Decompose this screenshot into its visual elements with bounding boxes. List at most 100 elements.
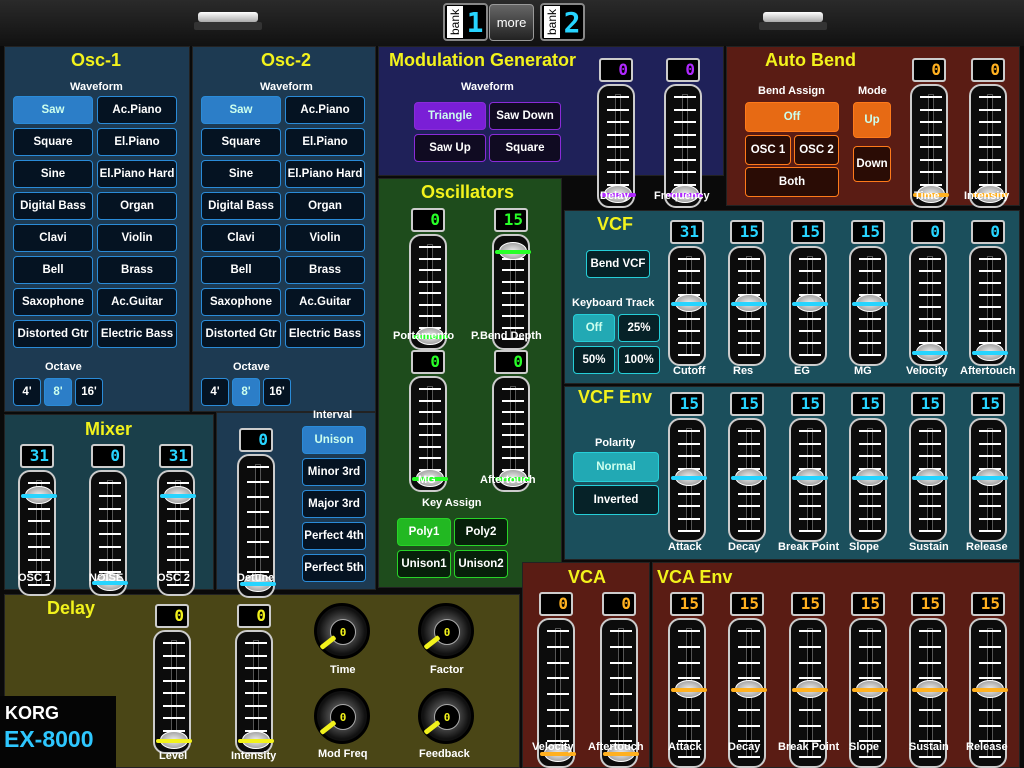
kbd-25-button[interactable]: 25% xyxy=(618,314,660,342)
slider-knob[interactable] xyxy=(671,468,707,487)
mode-up-button[interactable]: Up xyxy=(853,102,891,138)
osc1-octave-button[interactable]: 8' xyxy=(44,378,72,406)
osc1-waveform-button[interactable]: Electric Bass xyxy=(97,320,177,348)
delay-factor-dial[interactable]: 0 xyxy=(418,603,474,659)
slider-knob[interactable] xyxy=(671,294,707,313)
portamento-slider[interactable]: 0 xyxy=(409,208,448,350)
slider-knob[interactable] xyxy=(972,679,1008,698)
mg-delay-slider[interactable]: 0 xyxy=(597,58,636,208)
vcf-aftertouch-slider[interactable]: 0 xyxy=(969,220,1008,366)
osc2-waveform-button[interactable]: El.Piano Hard xyxy=(285,160,365,188)
osc-aftertouch-slider[interactable]: 0 xyxy=(492,350,531,492)
interval-perfect5th-button[interactable]: Perfect 5th xyxy=(302,554,366,582)
slider-track[interactable] xyxy=(849,418,888,542)
slider-track[interactable] xyxy=(969,418,1008,542)
right-drawer-handle[interactable] xyxy=(759,12,827,30)
slider-knob[interactable] xyxy=(156,731,192,750)
slider-knob[interactable] xyxy=(972,468,1008,487)
slider-track[interactable] xyxy=(728,246,767,366)
vcfenv-decay-slider[interactable]: 15 xyxy=(728,392,767,542)
osc1-waveform-button[interactable]: Ac.Piano xyxy=(97,96,177,124)
kbd-100-button[interactable]: 100% xyxy=(618,346,660,374)
slider-knob[interactable] xyxy=(852,294,888,313)
kbd-50-button[interactable]: 50% xyxy=(573,346,615,374)
vcf-velocity-slider[interactable]: 0 xyxy=(909,220,948,366)
polarity-inverted-button[interactable]: Inverted xyxy=(573,485,659,515)
unison2-button[interactable]: Unison2 xyxy=(454,550,508,578)
slider-track[interactable] xyxy=(849,246,888,366)
osc2-waveform-button[interactable]: Brass xyxy=(285,256,365,284)
osc-mg-slider[interactable]: 0 xyxy=(409,350,448,492)
osc2-octave-button[interactable]: 8' xyxy=(232,378,260,406)
osc2-waveform-button[interactable]: Saxophone xyxy=(201,288,281,316)
slider-track[interactable] xyxy=(235,630,274,754)
interval-minor3rd-button[interactable]: Minor 3rd xyxy=(302,458,366,486)
osc2-waveform-button[interactable]: Electric Bass xyxy=(285,320,365,348)
polarity-normal-button[interactable]: Normal xyxy=(573,452,659,482)
bend-osc2-button[interactable]: OSC 2 xyxy=(794,135,839,165)
osc1-waveform-button[interactable]: Organ xyxy=(97,192,177,220)
osc2-waveform-button[interactable]: Bell xyxy=(201,256,281,284)
slider-knob[interactable] xyxy=(852,679,888,698)
vcfenv-release-slider[interactable]: 15 xyxy=(969,392,1008,542)
vcfenv-slope-slider[interactable]: 15 xyxy=(849,392,888,542)
osc2-waveform-button[interactable]: Clavi xyxy=(201,224,281,252)
bank-1-button[interactable]: bank 1 xyxy=(443,3,488,41)
osc1-waveform-button[interactable]: Sine xyxy=(13,160,93,188)
slider-knob[interactable] xyxy=(495,241,531,260)
slider-track[interactable] xyxy=(153,630,192,754)
vcfenv-sustain-slider[interactable]: 15 xyxy=(909,392,948,542)
delay-feedback-dial[interactable]: 0 xyxy=(418,688,474,744)
slider-knob[interactable] xyxy=(912,679,948,698)
osc2-waveform-button[interactable]: Distorted Gtr xyxy=(201,320,281,348)
vcfenv-break-point-slider[interactable]: 15 xyxy=(789,392,828,542)
unison1-button[interactable]: Unison1 xyxy=(397,550,451,578)
osc2-waveform-button[interactable]: Square xyxy=(201,128,281,156)
bank-2-button[interactable]: bank 2 xyxy=(540,3,585,41)
slider-track[interactable] xyxy=(789,246,828,366)
bend-both-button[interactable]: Both xyxy=(745,167,839,197)
slider-track[interactable] xyxy=(909,246,948,366)
osc1-waveform-button[interactable]: El.Piano xyxy=(97,128,177,156)
bend-osc1-button[interactable]: OSC 1 xyxy=(745,135,791,165)
osc2-octave-button[interactable]: 16' xyxy=(263,378,291,406)
osc1-waveform-button[interactable]: Saxophone xyxy=(13,288,93,316)
slider-track[interactable] xyxy=(728,418,767,542)
slider-track[interactable] xyxy=(668,246,707,366)
delay-time-dial[interactable]: 0 xyxy=(314,603,370,659)
vcf-cutoff-slider[interactable]: 31 xyxy=(668,220,707,366)
slider-knob[interactable] xyxy=(731,468,767,487)
interval-unison-button[interactable]: Unison xyxy=(302,426,366,454)
slider-track[interactable] xyxy=(969,246,1008,366)
slider-knob[interactable] xyxy=(160,486,196,504)
bend-vcf-button[interactable]: Bend VCF xyxy=(586,250,650,278)
slider-knob[interactable] xyxy=(972,343,1008,362)
slider-knob[interactable] xyxy=(852,468,888,487)
slider-knob[interactable] xyxy=(238,731,274,750)
vcf-eg-slider[interactable]: 15 xyxy=(789,220,828,366)
osc1-waveform-button[interactable]: Distorted Gtr xyxy=(13,320,93,348)
slider-knob[interactable] xyxy=(21,486,57,504)
slider-knob[interactable] xyxy=(792,294,828,313)
osc1-octave-button[interactable]: 16' xyxy=(75,378,103,406)
delay-intensity-slider[interactable]: 0 xyxy=(235,604,274,754)
slider-track[interactable] xyxy=(789,418,828,542)
slider-track[interactable] xyxy=(668,418,707,542)
more-button[interactable]: more xyxy=(489,4,534,41)
osc1-waveform-button[interactable]: Saw xyxy=(13,96,93,124)
slider-knob[interactable] xyxy=(731,679,767,698)
delay-modfreq-dial[interactable]: 0 xyxy=(314,688,370,744)
interval-perfect4th-button[interactable]: Perfect 4th xyxy=(302,522,366,550)
osc2-waveform-button[interactable]: El.Piano xyxy=(285,128,365,156)
osc1-waveform-button[interactable]: Ac.Guitar xyxy=(97,288,177,316)
osc1-waveform-button[interactable]: Square xyxy=(13,128,93,156)
slider-knob[interactable] xyxy=(671,679,707,698)
osc1-waveform-button[interactable]: Clavi xyxy=(13,224,93,252)
osc2-waveform-button[interactable]: Violin xyxy=(285,224,365,252)
slider-knob[interactable] xyxy=(792,468,828,487)
autobend-time-slider[interactable]: 0 xyxy=(910,58,949,208)
osc1-octave-button[interactable]: 4' xyxy=(13,378,41,406)
osc1-waveform-button[interactable]: El.Piano Hard xyxy=(97,160,177,188)
mg-square-button[interactable]: Square xyxy=(489,134,561,162)
vcf-mg-slider[interactable]: 15 xyxy=(849,220,888,366)
